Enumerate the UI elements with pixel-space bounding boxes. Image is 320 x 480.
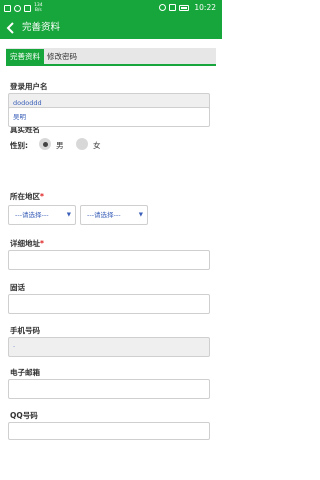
tab-complete-profile[interactable]: 完善资料 (6, 49, 44, 64)
region-label-text: 所在地区 (10, 192, 40, 201)
app-icon (4, 4, 11, 12)
mobile-field: · (8, 337, 210, 357)
username-label: 登录用户名 (10, 82, 48, 91)
nav-bar: 完善资料 (0, 17, 222, 39)
wifi-icon (169, 4, 177, 11)
clock: 10:22 (194, 3, 216, 12)
notification-icon (14, 4, 21, 12)
address-label-text: 详细地址 (10, 239, 40, 248)
province-select-value: ---请选择--- (15, 211, 49, 219)
required-mark: * (40, 239, 44, 248)
gender-label: 性别: (10, 141, 28, 150)
email-label: 电子邮箱 (10, 368, 40, 377)
status-bar: 134 B/s 10:22 (0, 0, 222, 17)
required-mark: * (40, 192, 44, 201)
signal-icon (24, 4, 31, 12)
gender-male-radio[interactable] (39, 138, 51, 150)
realname-field[interactable]: 吴明 (8, 107, 210, 127)
address-label: 详细地址* (10, 238, 44, 249)
net-speed: 134 B/s (34, 3, 43, 13)
phone-field[interactable] (8, 294, 210, 314)
gender-male-label: 男 (56, 141, 64, 150)
province-select[interactable]: ---请选择--- ▼ (8, 205, 76, 225)
region-label: 所在地区* (10, 191, 44, 202)
phone-label: 固话 (10, 283, 25, 292)
tab-bar: 完善资料 修改密码 (6, 48, 216, 66)
qq-field[interactable] (8, 422, 210, 440)
battery-icon (179, 4, 190, 11)
chevron-left-icon[interactable] (4, 21, 18, 35)
page-title: 完善资料 (22, 22, 61, 33)
gender-female-label: 女 (93, 141, 101, 150)
tab-change-password[interactable]: 修改密码 (43, 49, 81, 64)
city-select-value: ---请选择--- (87, 211, 121, 219)
gender-female-radio[interactable] (76, 138, 88, 150)
chevron-down-icon: ▼ (138, 212, 143, 218)
address-field[interactable] (8, 250, 210, 270)
qq-label: QQ号码 (10, 411, 38, 420)
email-field[interactable] (8, 379, 210, 399)
chevron-down-icon: ▼ (66, 212, 71, 218)
eye-icon (159, 4, 167, 11)
city-select[interactable]: ---请选择--- ▼ (80, 205, 148, 225)
mobile-label: 手机号码 (10, 326, 40, 335)
